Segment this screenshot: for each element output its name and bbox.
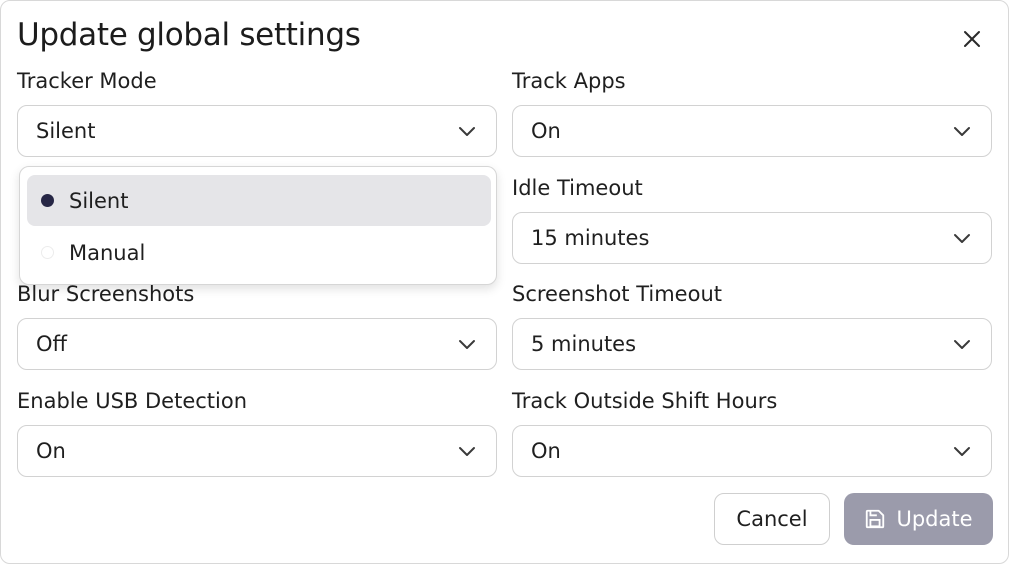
chevron-down-icon xyxy=(459,340,475,349)
tracker-mode-dropdown: Silent Manual xyxy=(19,166,497,285)
dropdown-option-silent[interactable]: Silent xyxy=(27,175,491,226)
update-global-settings-dialog: Update global settings Tracker Mode Sile… xyxy=(0,0,1009,564)
tracker-mode-select[interactable]: Silent xyxy=(17,105,497,157)
screenshot-timeout-select[interactable]: 5 minutes xyxy=(512,318,992,370)
screenshot-timeout-value: 5 minutes xyxy=(531,332,637,356)
chevron-down-icon xyxy=(954,340,970,349)
close-icon xyxy=(964,31,980,47)
blur-screenshots-select[interactable]: Off xyxy=(17,318,497,370)
blur-screenshots-value: Off xyxy=(36,332,67,356)
chevron-down-icon xyxy=(954,127,970,136)
track-apps-value: On xyxy=(531,119,561,143)
track-outside-shift-value: On xyxy=(531,439,561,463)
usb-detection-value: On xyxy=(36,439,66,463)
chevron-down-icon xyxy=(459,447,475,456)
idle-timeout-label: Idle Timeout xyxy=(512,176,643,200)
update-button[interactable]: Update xyxy=(844,493,993,545)
option-label: Silent xyxy=(69,188,129,213)
dropdown-option-manual[interactable]: Manual xyxy=(27,227,491,278)
track-apps-label: Track Apps xyxy=(512,69,626,93)
usb-detection-select[interactable]: On xyxy=(17,425,497,477)
update-button-label: Update xyxy=(896,507,973,531)
dialog-title: Update global settings xyxy=(17,17,361,53)
radio-unselected-icon xyxy=(41,246,54,259)
tracker-mode-label: Tracker Mode xyxy=(17,69,157,93)
track-outside-shift-select[interactable]: On xyxy=(512,425,992,477)
screenshot-timeout-label: Screenshot Timeout xyxy=(512,282,722,306)
chevron-down-icon xyxy=(954,234,970,243)
radio-selected-icon xyxy=(41,194,54,207)
track-apps-select[interactable]: On xyxy=(512,105,992,157)
chevron-down-icon xyxy=(954,447,970,456)
track-outside-shift-label: Track Outside Shift Hours xyxy=(512,389,778,413)
tracker-mode-value: Silent xyxy=(36,119,96,143)
idle-timeout-value: 15 minutes xyxy=(531,226,650,250)
save-icon xyxy=(866,509,885,529)
option-label: Manual xyxy=(69,240,146,265)
close-button[interactable] xyxy=(956,23,988,55)
usb-detection-label: Enable USB Detection xyxy=(17,389,248,413)
chevron-down-icon xyxy=(459,127,475,136)
cancel-button[interactable]: Cancel xyxy=(714,493,830,545)
cancel-button-label: Cancel xyxy=(736,507,808,531)
idle-timeout-select[interactable]: 15 minutes xyxy=(512,212,992,264)
